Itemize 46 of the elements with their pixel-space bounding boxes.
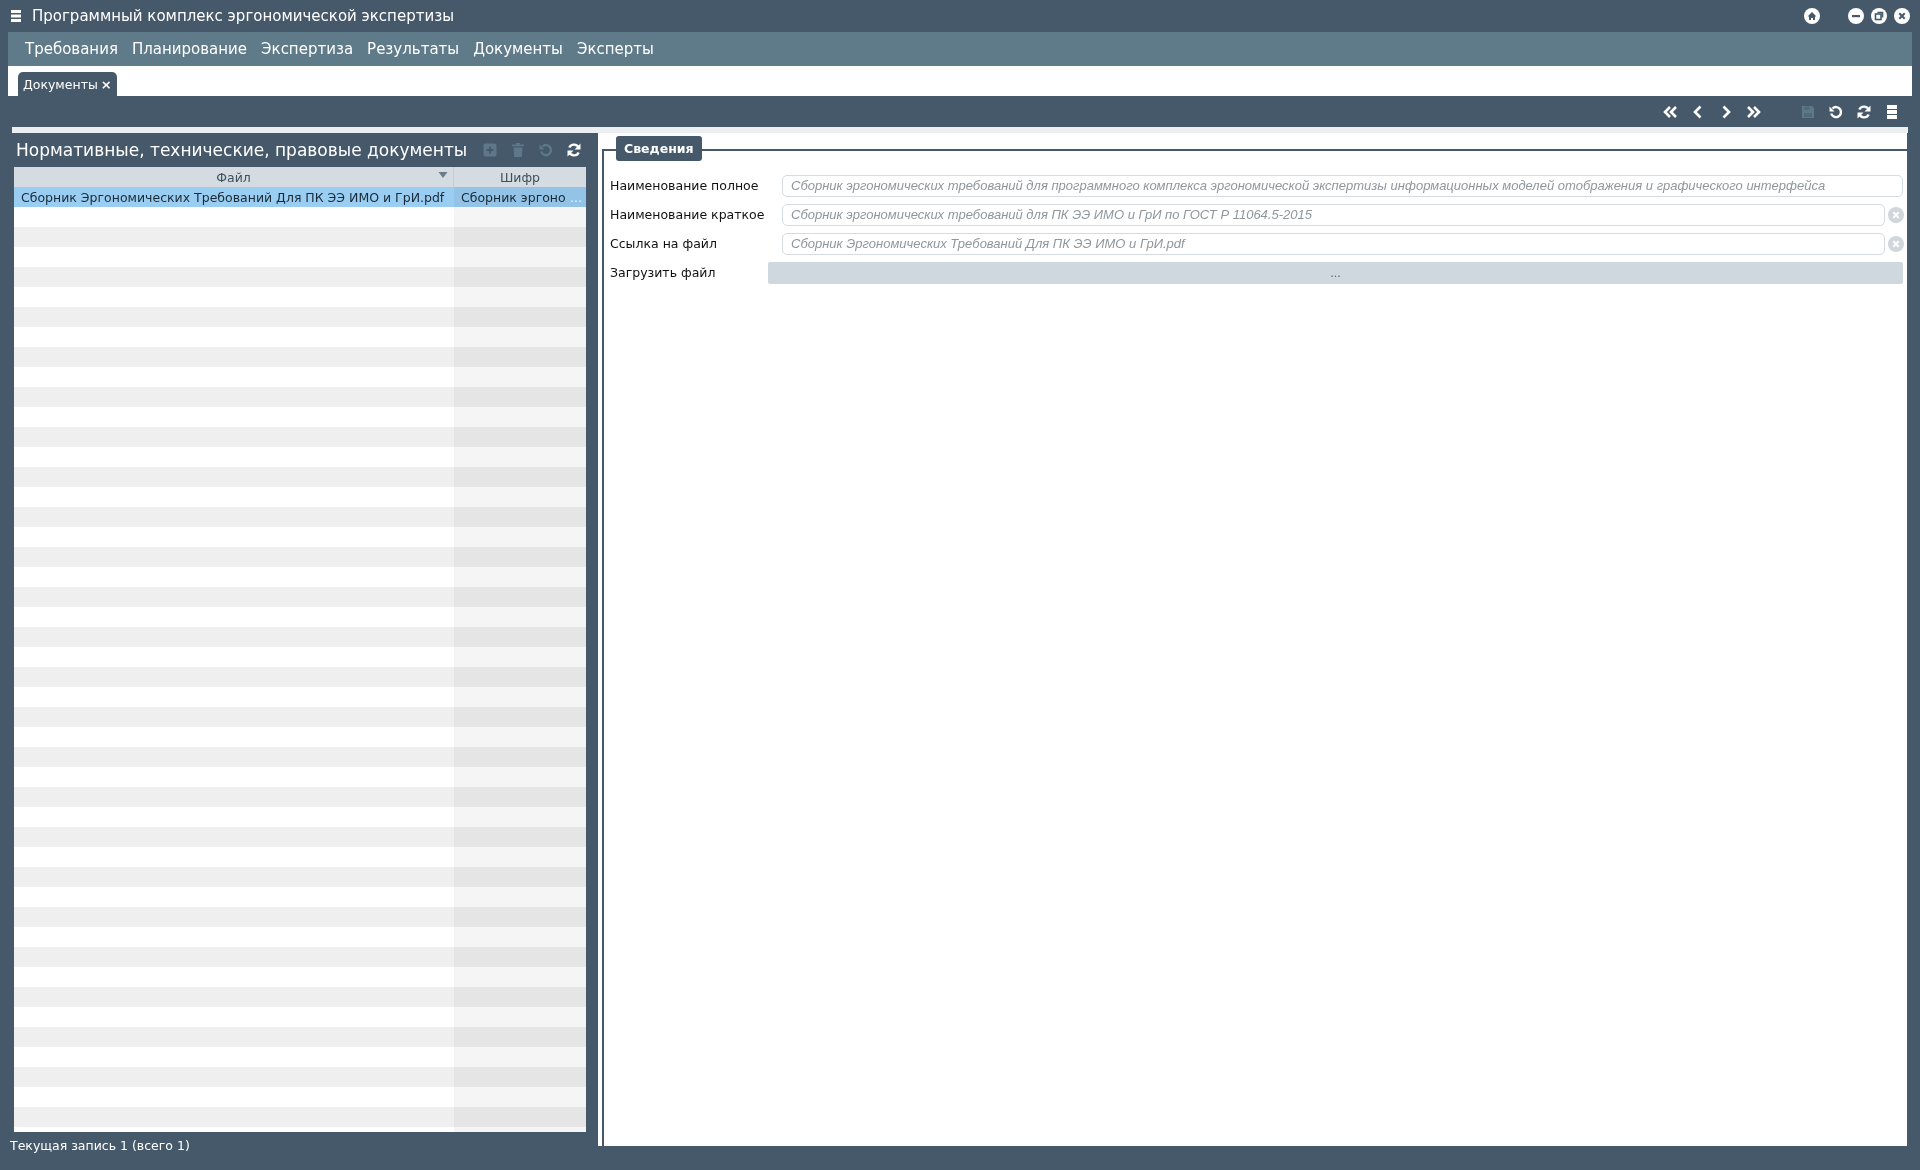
text-field[interactable]: Сборник эргономических требований для ПК ЭЭ ИМО и ГрИ по ГОСТ Р 11064.5-2015 bbox=[782, 203, 1885, 226]
app-menu-icon bbox=[8, 8, 24, 24]
undo-icon bbox=[1828, 103, 1844, 120]
panel-title: Нормативные, технические, правовые документы bbox=[16, 140, 469, 160]
table-cell: Сборник эргоно bbox=[461, 189, 566, 205]
field-label: Загрузить файл bbox=[610, 265, 717, 280]
field-label: Наименование полное bbox=[610, 178, 760, 193]
menu-item[interactable]: Требования bbox=[18, 40, 125, 58]
menu-item[interactable]: Планирование bbox=[124, 40, 255, 58]
record-status: Текущая запись 1 (всего 1) bbox=[10, 1136, 191, 1155]
section-legend: Сведения bbox=[616, 136, 702, 161]
browse-button[interactable]: ... bbox=[768, 261, 1903, 284]
stacked-bars-icon bbox=[1884, 103, 1900, 120]
double-right-chevron-icon bbox=[1746, 103, 1762, 120]
close-icon bbox=[1894, 8, 1910, 24]
text-field[interactable]: Сборник Эргономических Требований Для ПК ЭЭ ИМО и ГрИ.pdf bbox=[782, 232, 1885, 255]
close-button[interactable] bbox=[1892, 6, 1912, 26]
close-tab-button[interactable]: × bbox=[100, 76, 112, 92]
menu-item[interactable]: Документы bbox=[466, 40, 570, 58]
add-icon bbox=[482, 142, 498, 158]
clear-icon bbox=[1888, 235, 1904, 252]
field-label: Ссылка на файл bbox=[610, 236, 718, 251]
refresh-icon bbox=[566, 142, 582, 158]
column-header[interactable]: Файл bbox=[216, 169, 251, 185]
menu-item[interactable]: Эксперты bbox=[569, 40, 661, 58]
save-icon bbox=[1800, 103, 1816, 120]
clear-icon bbox=[1888, 206, 1904, 223]
home-icon bbox=[1804, 8, 1820, 24]
field-label: Наименование краткое bbox=[610, 207, 766, 222]
minimize-icon bbox=[1848, 8, 1864, 24]
trash-icon bbox=[510, 142, 526, 158]
home-button[interactable] bbox=[1802, 6, 1822, 26]
undo-icon bbox=[538, 142, 554, 158]
tab[interactable]: Документы × bbox=[18, 72, 117, 96]
text-field[interactable]: Сборник эргономических требований для программного комплекса эргономической экспертизы информационных моделей отображения и графического интерфейса bbox=[782, 174, 1903, 197]
restore-button[interactable] bbox=[1869, 6, 1889, 26]
minimize-button[interactable] bbox=[1846, 6, 1866, 26]
table-cell: Сборник Эргономических Требований Для ПК ЭЭ ИМО и ГрИ.pdf bbox=[21, 189, 445, 205]
column-header[interactable]: Шифр bbox=[499, 169, 541, 185]
restore-icon bbox=[1871, 8, 1887, 24]
double-left-chevron-icon bbox=[1662, 103, 1678, 120]
refresh-icon bbox=[1856, 103, 1872, 120]
window-title: Программный комплекс эргономической экспертизы bbox=[32, 7, 455, 25]
menu-item[interactable]: Экспертиза bbox=[254, 40, 361, 58]
menu-item[interactable]: Результаты bbox=[360, 40, 467, 58]
table-row[interactable]: Сборник Эргономических Требований Для ПК ЭЭ ИМО и ГрИ.pdf Сборник эргоно ... bbox=[14, 187, 586, 207]
